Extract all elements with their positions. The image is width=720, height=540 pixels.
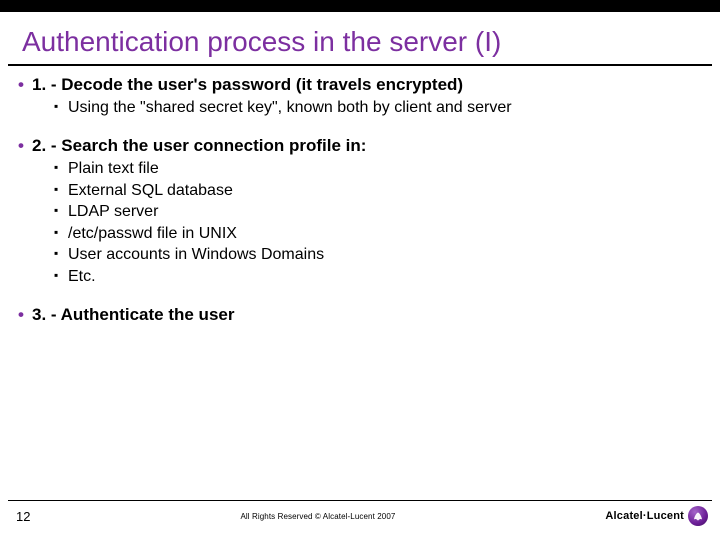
bullet-level1: 1. - Decode the user's password (it trav…	[18, 74, 700, 95]
bullet-text: Plain text file	[68, 160, 159, 177]
footer-row: 12 All Rights Reserved © Alcatel-Lucent …	[0, 501, 720, 531]
bullet-level2: /etc/passwd file in UNIX	[54, 223, 700, 245]
page-number: 12	[16, 509, 30, 524]
copyright-text: All Rights Reserved © Alcatel-Lucent 200…	[30, 512, 605, 521]
bullet-text: 2. - Search the user connection profile …	[32, 136, 366, 155]
slide-footer: 12 All Rights Reserved © Alcatel-Lucent …	[0, 500, 720, 534]
bullet-level2-list: Using the "shared secret key", known bot…	[18, 97, 700, 119]
brand-logo-icon	[688, 506, 708, 526]
bullet-text: 1. - Decode the user's password (it trav…	[32, 75, 463, 94]
bullet-level2-list: Plain text file External SQL database LD…	[18, 158, 700, 288]
bullet-text: Using the "shared secret key", known bot…	[68, 99, 512, 116]
bullet-level2: LDAP server	[54, 201, 700, 223]
bullet-text: 3. - Authenticate the user	[32, 305, 234, 324]
bullet-text: Etc.	[68, 268, 96, 285]
slide: Authentication process in the server (I)…	[0, 0, 720, 540]
bullet-level1: 3. - Authenticate the user	[18, 304, 700, 325]
bullet-level1: 2. - Search the user connection profile …	[18, 135, 700, 156]
brand-text: Alcatel·Lucent	[605, 510, 684, 522]
bullet-level2: Etc.	[54, 266, 700, 288]
bullet-text: /etc/passwd file in UNIX	[68, 225, 237, 242]
bullet-level2: User accounts in Windows Domains	[54, 244, 700, 266]
bullet-level2: Plain text file	[54, 158, 700, 180]
slide-title: Authentication process in the server (I)	[0, 12, 720, 64]
bullet-text: User accounts in Windows Domains	[68, 246, 324, 263]
slide-body: 1. - Decode the user's password (it trav…	[0, 66, 720, 325]
top-black-bar	[0, 0, 720, 12]
bullet-text: LDAP server	[68, 203, 158, 220]
brand: Alcatel·Lucent	[605, 506, 708, 526]
bullet-level2: Using the "shared secret key", known bot…	[54, 97, 700, 119]
bullet-text: External SQL database	[68, 182, 233, 199]
bullet-level2: External SQL database	[54, 180, 700, 202]
